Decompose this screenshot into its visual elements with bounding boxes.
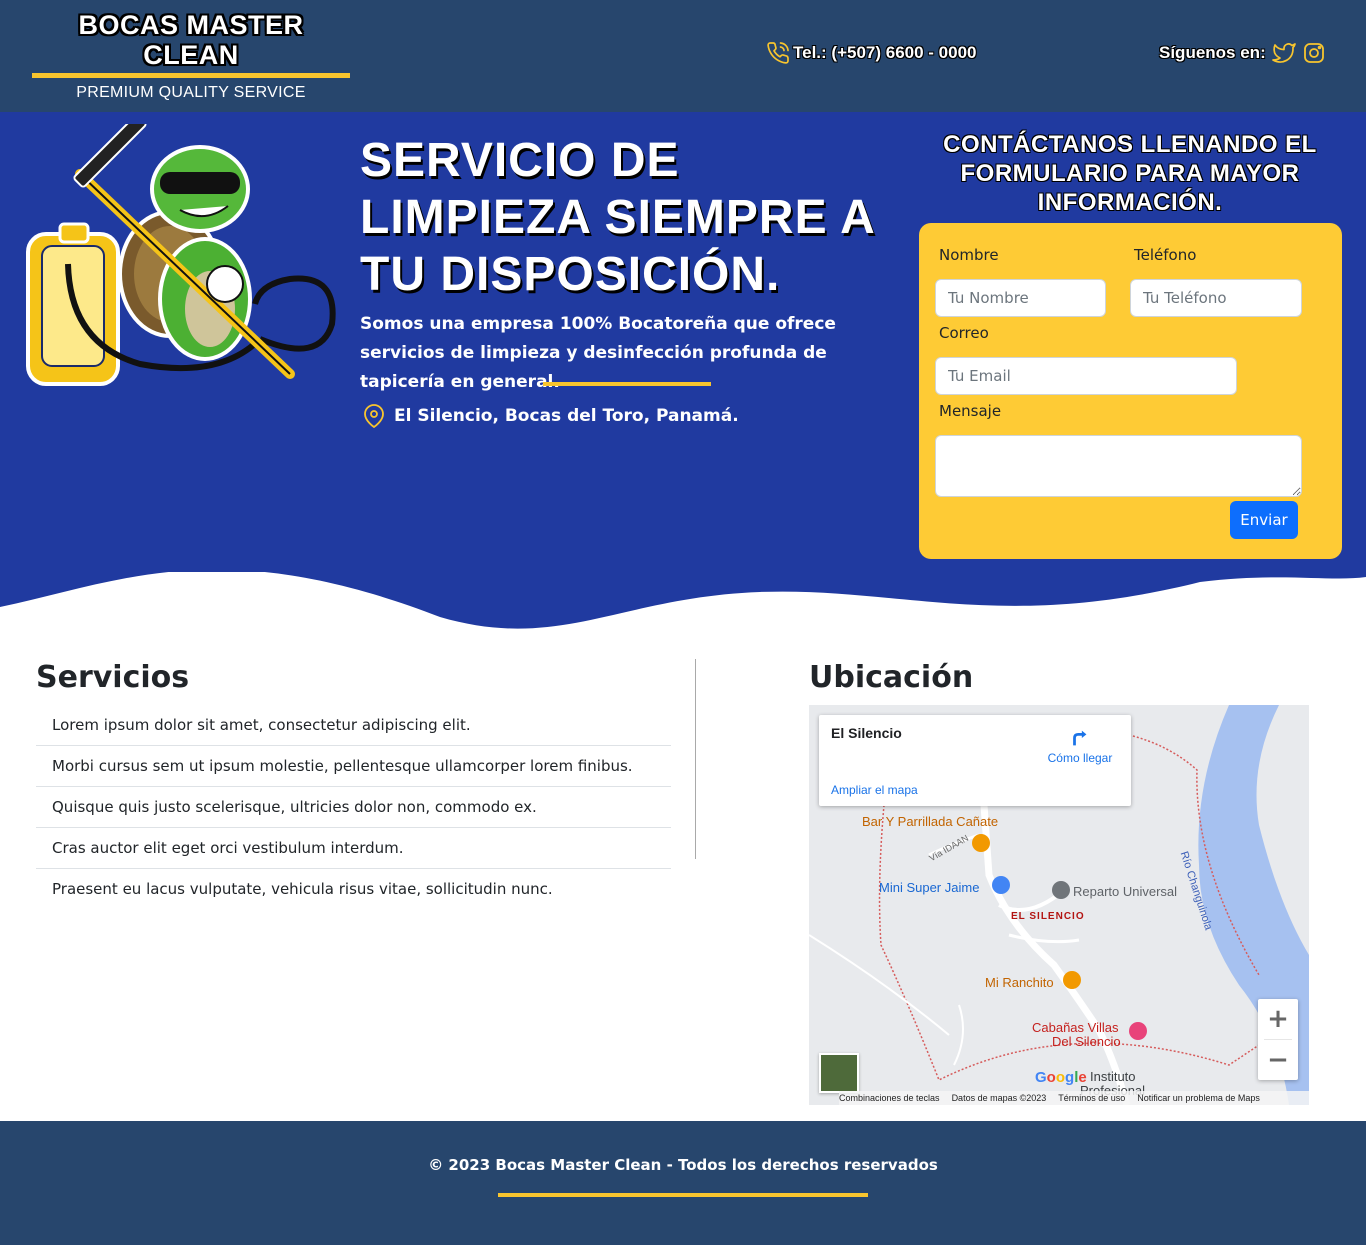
map-label-market: Mini Super Jaime bbox=[879, 880, 980, 895]
footer-divider bbox=[498, 1193, 868, 1197]
map-label-instituto: Instituto bbox=[1090, 1069, 1136, 1084]
phone-icon bbox=[766, 41, 790, 65]
map-zoom-controls: + − bbox=[1258, 999, 1298, 1080]
hero-title: SERVICIO DE LIMPIEZA SIEMPRE A TU DISPOS… bbox=[360, 134, 875, 301]
list-item: Praesent eu lacus vulputate, vehicula ri… bbox=[52, 880, 553, 898]
map-label-cabanas: Cabañas Villas bbox=[1032, 1020, 1119, 1035]
map-label-reparto: Reparto Universal bbox=[1073, 884, 1178, 899]
phone-label: Teléfono bbox=[1134, 246, 1197, 264]
logo-title: BOCAS MASTER CLEAN bbox=[78, 10, 304, 70]
phone-contact[interactable]: Tel.: (+507) 6600 - 0000 bbox=[766, 41, 977, 65]
hero-section: SERVICIO DE LIMPIEZA SIEMPRE A TU DISPOS… bbox=[0, 112, 1366, 642]
services-list: Lorem ipsum dolor sit amet, consectetur … bbox=[36, 705, 671, 910]
logo-underline bbox=[32, 73, 350, 78]
zoom-out-button[interactable]: − bbox=[1258, 1040, 1298, 1080]
list-item: Morbi cursus sem ut ipsum molestie, pell… bbox=[36, 746, 671, 787]
email-input[interactable] bbox=[935, 357, 1237, 395]
map-terms-link[interactable]: Términos de uso bbox=[1058, 1093, 1125, 1103]
google-logo: Google bbox=[1035, 1069, 1087, 1086]
location-text: El Silencio, Bocas del Toro, Panamá. bbox=[394, 406, 739, 426]
map-footer: Combinaciones de teclas Datos de mapas ©… bbox=[839, 1091, 1309, 1105]
section-divider bbox=[695, 659, 696, 859]
directions-label: Cómo llegar bbox=[1047, 751, 1113, 765]
contact-form-title: CONTÁCTANOS LLENANDO EL FORMULARIO PARA … bbox=[943, 131, 1317, 216]
location-title: Ubicación bbox=[809, 660, 974, 695]
social-links: Síguenos en: bbox=[1159, 40, 1326, 66]
hero-divider bbox=[543, 382, 711, 386]
map-report-link[interactable]: Notificar un problema de Maps bbox=[1137, 1093, 1260, 1103]
name-input[interactable] bbox=[935, 279, 1106, 317]
embedded-map[interactable]: Bar Y Parrillada Cañate Vía IDAAN Mini S… bbox=[809, 705, 1309, 1105]
list-item: Quisque quis justo scelerisque, ultricie… bbox=[36, 787, 671, 828]
submit-button[interactable]: Enviar bbox=[1230, 501, 1298, 539]
hero-location: El Silencio, Bocas del Toro, Panamá. bbox=[362, 404, 739, 428]
instagram-icon[interactable] bbox=[1302, 41, 1326, 65]
contact-form: Nombre Teléfono Correo Mensaje Enviar bbox=[919, 223, 1342, 559]
name-label: Nombre bbox=[939, 246, 999, 264]
services-title: Servicios bbox=[36, 660, 190, 695]
site-header: BOCAS MASTER CLEAN PREMIUM QUALITY SERVI… bbox=[0, 0, 1366, 112]
satellite-toggle[interactable] bbox=[819, 1053, 859, 1093]
directions-link[interactable]: Cómo llegar bbox=[1041, 727, 1119, 765]
zoom-in-button[interactable]: + bbox=[1258, 999, 1298, 1039]
enlarge-map-link[interactable]: Ampliar el mapa bbox=[831, 783, 918, 797]
map-pin-icon bbox=[362, 404, 386, 428]
map-shortcuts-link[interactable]: Combinaciones de teclas bbox=[839, 1093, 940, 1103]
message-textarea[interactable] bbox=[935, 435, 1302, 497]
map-label-bar: Bar Y Parrillada Cañate bbox=[862, 814, 999, 829]
map-label-town: EL SILENCIO bbox=[1011, 911, 1085, 922]
phone-input[interactable] bbox=[1130, 279, 1302, 317]
phone-number: Tel.: (+507) 6600 - 0000 bbox=[793, 43, 977, 62]
directions-icon bbox=[1073, 730, 1087, 746]
message-label: Mensaje bbox=[939, 402, 1002, 420]
list-item: Cras auctor elit eget orci vestibulum in… bbox=[36, 828, 671, 869]
social-label: Síguenos en: bbox=[1159, 43, 1266, 62]
hero-wave bbox=[0, 572, 1366, 642]
logo-subtitle: PREMIUM QUALITY SERVICE bbox=[76, 84, 306, 101]
list-item: Lorem ipsum dolor sit amet, consectetur … bbox=[36, 705, 671, 746]
map-info-card: El Silencio Cómo llegar Ampliar el mapa bbox=[819, 715, 1131, 806]
map-data-credit: Datos de mapas ©2023 bbox=[951, 1093, 1047, 1103]
twitter-icon[interactable] bbox=[1271, 41, 1297, 65]
email-label: Correo bbox=[939, 324, 989, 342]
site-logo[interactable]: BOCAS MASTER CLEAN PREMIUM QUALITY SERVI… bbox=[32, 10, 350, 102]
mascot-illustration bbox=[20, 114, 340, 389]
map-place-name: El Silencio bbox=[831, 725, 902, 741]
copyright-text: © 2023 Bocas Master Clean - Todos los de… bbox=[428, 1156, 938, 1174]
map-label-ranchito: Mi Ranchito bbox=[985, 975, 1054, 990]
site-footer: © 2023 Bocas Master Clean - Todos los de… bbox=[0, 1121, 1366, 1245]
map-label-cabanas-2: Del Silencio bbox=[1052, 1034, 1121, 1049]
